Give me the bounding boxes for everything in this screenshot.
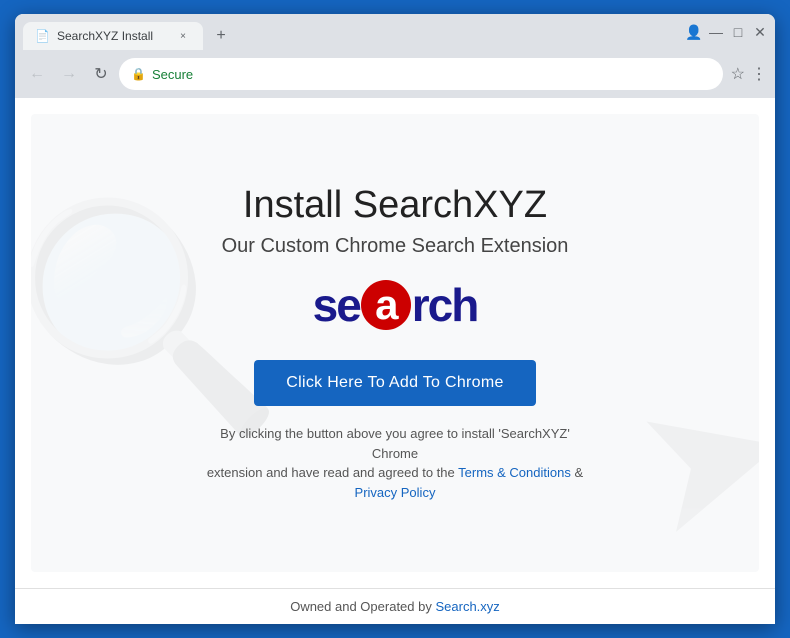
disclaimer-and: & <box>574 465 583 480</box>
minimize-button[interactable]: — <box>709 25 723 39</box>
terms-conditions-link[interactable]: Terms & Conditions <box>458 465 571 480</box>
logo-before-text: se <box>313 278 360 332</box>
profile-button[interactable]: 👤 <box>687 25 701 39</box>
main-content: Install SearchXYZ Our Custom Chrome Sear… <box>185 164 605 522</box>
tab-area: 📄 SearchXYZ Install × + <box>23 14 675 50</box>
add-to-chrome-button[interactable]: Click Here To Add To Chrome <box>254 360 535 406</box>
address-bar: ← → ↻ 🔒 Secure ☆ ⋮ <box>15 50 775 98</box>
window-controls: 👤 — □ ✕ <box>687 25 767 39</box>
browser-window: 📄 SearchXYZ Install × + 👤 — □ ✕ ← → ↻ 🔒 … <box>15 14 775 624</box>
restore-button[interactable]: □ <box>731 25 745 39</box>
disclaimer-line2: extension and have read and agreed to th… <box>207 465 455 480</box>
disclaimer-line1: By clicking the button above you agree t… <box>220 426 570 461</box>
tab-close-button[interactable]: × <box>175 28 191 44</box>
logo-circle: a <box>361 280 411 330</box>
search-logo: se a rch <box>313 278 478 332</box>
page-inner: 🔍 ➤ Install SearchXYZ Our Custom Chrome … <box>31 114 759 572</box>
tab-title: SearchXYZ Install <box>57 29 167 43</box>
back-button[interactable]: ← <box>23 60 51 88</box>
page-title: Install SearchXYZ <box>243 184 547 227</box>
page-subtitle: Our Custom Chrome Search Extension <box>222 235 569 258</box>
logo-after-text: rch <box>412 278 478 332</box>
privacy-policy-link[interactable]: Privacy Policy <box>355 485 436 500</box>
active-tab[interactable]: 📄 SearchXYZ Install × <box>23 22 203 50</box>
title-bar: 📄 SearchXYZ Install × + 👤 — □ ✕ <box>15 14 775 50</box>
close-window-button[interactable]: ✕ <box>753 25 767 39</box>
footer-link[interactable]: Search.xyz <box>435 599 499 614</box>
browser-menu-icon[interactable]: ⋮ <box>751 64 767 84</box>
secure-lock-icon: 🔒 <box>131 67 146 81</box>
new-tab-button[interactable]: + <box>207 22 235 50</box>
forward-button[interactable]: → <box>55 60 83 88</box>
refresh-button[interactable]: ↻ <box>87 60 115 88</box>
url-bar[interactable]: 🔒 Secure <box>119 58 723 90</box>
tab-favicon-icon: 📄 <box>35 29 49 43</box>
secure-text-label: Secure <box>152 67 193 82</box>
disclaimer-text: By clicking the button above you agree t… <box>205 424 585 502</box>
watermark-arrow-icon: ➤ <box>614 337 759 572</box>
bookmark-star-icon[interactable]: ☆ <box>731 64 745 84</box>
footer-text: Owned and Operated by <box>290 599 432 614</box>
page-footer: Owned and Operated by Search.xyz <box>15 588 775 624</box>
page-content: 🔍 ➤ Install SearchXYZ Our Custom Chrome … <box>15 98 775 624</box>
